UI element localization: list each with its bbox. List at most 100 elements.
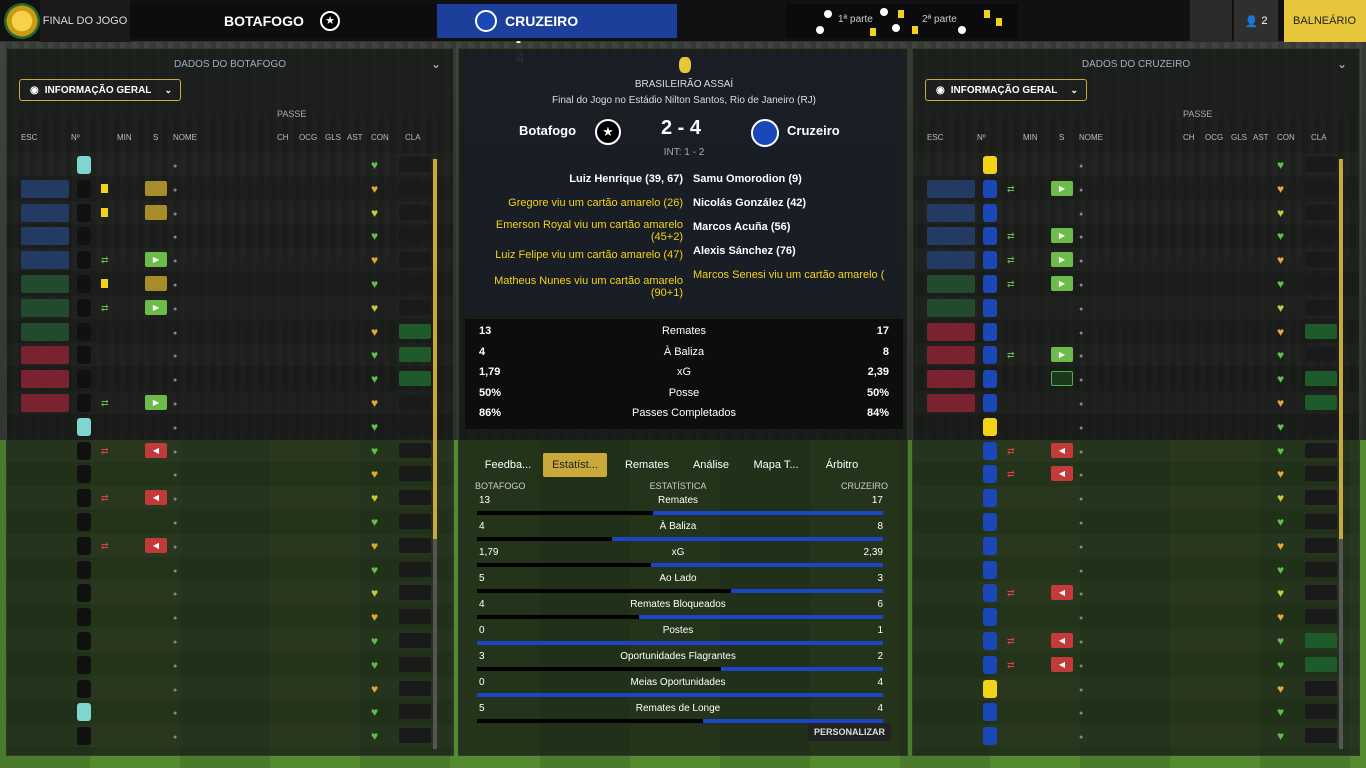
chevron-down-icon[interactable]: ⌄ <box>431 57 441 71</box>
table-row[interactable]: ⇄ ◀ ♥ <box>7 439 453 462</box>
tab-0[interactable]: Feedba... <box>479 453 537 477</box>
player-name[interactable] <box>1079 468 1183 480</box>
sub-in-button[interactable]: ▶ <box>145 395 167 410</box>
table-row[interactable]: ♥ <box>913 534 1359 557</box>
table-row[interactable]: ⇄ ◀ ♥ <box>7 534 453 557</box>
player-name[interactable] <box>1079 730 1183 742</box>
column-header[interactable]: S <box>1059 133 1064 142</box>
table-row[interactable]: ♥ <box>913 486 1359 509</box>
table-row[interactable]: ♥ <box>7 700 453 723</box>
player-name[interactable] <box>1079 492 1183 504</box>
table-row[interactable]: ♥ <box>7 367 453 390</box>
scrollbar-thumb[interactable] <box>433 159 437 539</box>
player-name[interactable] <box>173 326 277 338</box>
player-name[interactable] <box>173 587 277 599</box>
player-name[interactable] <box>173 516 277 528</box>
column-header[interactable]: GLS <box>1231 133 1247 142</box>
column-header[interactable]: MIN <box>117 133 132 142</box>
users-button[interactable]: 👤 2 <box>1234 0 1278 42</box>
player-name[interactable] <box>1079 540 1183 552</box>
player-name[interactable] <box>173 254 277 266</box>
player-name[interactable] <box>1079 635 1183 647</box>
tab-4[interactable]: Mapa T... <box>745 453 807 477</box>
column-header[interactable]: GLS <box>325 133 341 142</box>
player-name[interactable] <box>1079 349 1183 361</box>
column-header[interactable]: OCG <box>1205 133 1223 142</box>
table-row[interactable]: ♥ <box>7 415 453 438</box>
sub-in-button[interactable]: ▶ <box>145 299 167 315</box>
column-header[interactable]: CON <box>371 133 389 142</box>
sub-out-button[interactable]: ◀ <box>145 537 167 553</box>
player-name[interactable] <box>1079 683 1183 695</box>
sub-out-button[interactable]: ◀ <box>1051 633 1073 648</box>
player-name[interactable] <box>1079 706 1183 718</box>
player-name[interactable] <box>173 159 277 171</box>
player-name[interactable] <box>1079 516 1183 528</box>
scrollbar-thumb[interactable] <box>1339 159 1343 539</box>
player-name[interactable] <box>173 492 277 504</box>
player-name[interactable] <box>173 230 277 242</box>
column-header[interactable]: Nº <box>71 133 80 142</box>
table-row[interactable]: ⇄ ▶ ♥ <box>7 296 453 319</box>
table-row[interactable]: ♥ <box>913 367 1359 390</box>
table-row[interactable]: ♥ <box>7 201 453 224</box>
sub-in-button[interactable]: ▶ <box>1051 276 1073 291</box>
player-name[interactable] <box>1079 397 1183 409</box>
table-row[interactable]: ⇄ ▶ ♥ <box>7 248 453 271</box>
table-row[interactable]: ♥ <box>7 153 453 176</box>
player-name[interactable] <box>1079 326 1183 338</box>
home-team-strip[interactable]: BOTAFOGO ★ 2 - 4 <box>130 4 524 67</box>
table-row[interactable]: ♥ <box>7 224 453 247</box>
player-name[interactable] <box>1079 421 1183 433</box>
column-header[interactable]: NOME <box>173 133 197 142</box>
table-row[interactable]: ♥ <box>913 677 1359 700</box>
column-header[interactable]: CH <box>277 133 289 142</box>
table-row[interactable]: ⇄ ◀ ♥ <box>913 462 1359 485</box>
match-timeline[interactable]: 1ª parte 2ª parte <box>786 4 1018 38</box>
player-name[interactable] <box>173 659 277 671</box>
table-row[interactable]: ⇄ ▶ ♥ <box>913 343 1359 366</box>
scrollbar[interactable] <box>1339 159 1343 749</box>
player-name[interactable] <box>173 183 277 195</box>
player-name[interactable] <box>1079 373 1183 385</box>
table-row[interactable]: ⇄ ◀ ♥ <box>913 629 1359 652</box>
table-row[interactable]: ♥ <box>7 177 453 200</box>
table-row[interactable]: ♥ <box>7 320 453 343</box>
away-team-strip[interactable]: CRUZEIRO <box>437 4 677 38</box>
table-row[interactable]: ♥ <box>913 296 1359 319</box>
info-filter-dropdown[interactable]: ◉ INFORMAÇÃO GERAL ⌄ <box>19 79 181 101</box>
tab-2[interactable]: Remates <box>619 453 675 477</box>
table-row[interactable]: ♥ <box>7 653 453 676</box>
column-header[interactable]: ESC <box>21 133 37 142</box>
table-row[interactable]: ♥ <box>7 343 453 366</box>
table-row[interactable]: ♥ <box>913 201 1359 224</box>
player-name[interactable] <box>173 302 277 314</box>
player-name[interactable] <box>1079 445 1183 457</box>
table-row[interactable]: ♥ <box>7 677 453 700</box>
away-team-name[interactable]: Cruzeiro <box>787 123 840 138</box>
table-row[interactable]: ⇄ ▶ ♥ <box>7 391 453 414</box>
sub-out-button[interactable]: ◀ <box>1051 656 1073 672</box>
column-header[interactable]: AST <box>347 133 363 142</box>
table-row[interactable]: ♥ <box>913 605 1359 628</box>
table-row[interactable]: ⇄ ◀ ♥ <box>913 581 1359 604</box>
player-name[interactable] <box>173 468 277 480</box>
player-name[interactable] <box>1079 659 1183 671</box>
column-header[interactable]: ESC <box>927 133 943 142</box>
table-row[interactable]: ⇄ ▶ ♥ <box>913 177 1359 200</box>
table-row[interactable]: ⇄ ▶ ♥ <box>913 248 1359 271</box>
column-header[interactable]: OCG <box>299 133 317 142</box>
player-name[interactable] <box>173 445 277 457</box>
player-name[interactable] <box>173 207 277 219</box>
column-header[interactable]: S <box>153 133 158 142</box>
column-header[interactable]: CLA <box>1311 133 1327 142</box>
table-row[interactable]: ♥ <box>913 724 1359 747</box>
player-name[interactable] <box>1079 159 1183 171</box>
player-name[interactable] <box>1079 254 1183 266</box>
scrollbar[interactable] <box>433 159 437 749</box>
player-name[interactable] <box>1079 207 1183 219</box>
column-header[interactable]: NOME <box>1079 133 1103 142</box>
column-header[interactable]: AST <box>1253 133 1269 142</box>
player-name[interactable] <box>1079 302 1183 314</box>
sub-in-button[interactable]: ▶ <box>1051 228 1073 244</box>
